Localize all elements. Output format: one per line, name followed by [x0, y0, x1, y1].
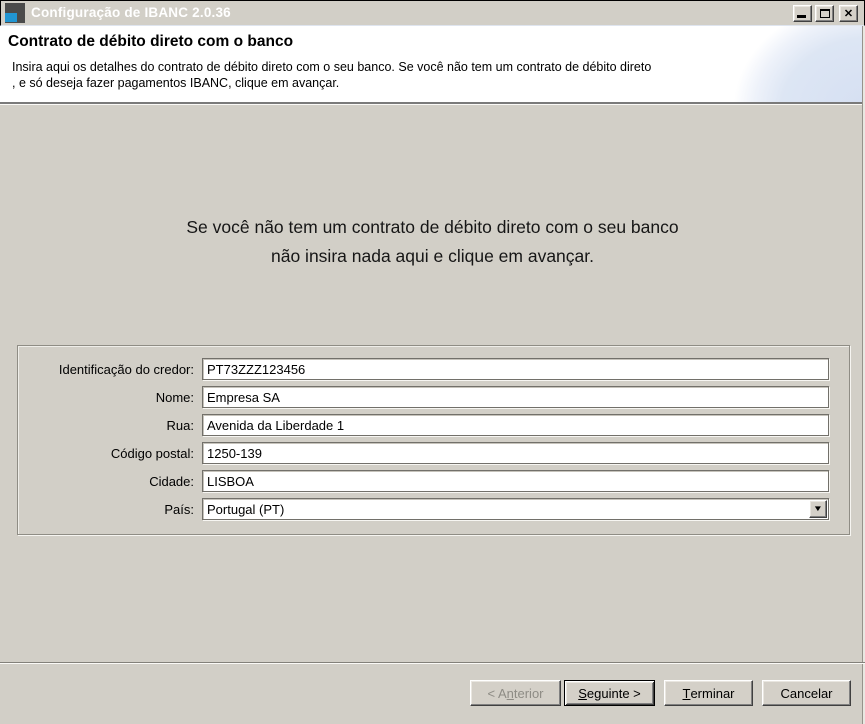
window-controls: ✕	[790, 5, 858, 22]
city-label: Cidade:	[32, 474, 194, 489]
page-description-line2: , e só deseja fazer pagamentos IBANC, cl…	[12, 75, 651, 91]
header-divider-highlight	[0, 104, 865, 105]
close-icon: ✕	[844, 7, 853, 20]
creditor-id-input[interactable]	[202, 358, 829, 380]
contract-form: Identificação do credor: Nome: Rua: Códi…	[17, 345, 850, 535]
country-dropdown-button[interactable]: ▼	[809, 500, 827, 518]
form-row-street: Rua:	[32, 414, 829, 436]
wizard-header: Contrato de débito direto com o banco In…	[0, 26, 865, 102]
cancel-button[interactable]: Cancelar	[762, 680, 851, 706]
maximize-button[interactable]	[815, 5, 834, 22]
titlebar: Configuração de IBANC 2.0.36 ✕	[0, 0, 865, 26]
creditor-id-label: Identificação do credor:	[32, 362, 194, 377]
app-icon	[5, 3, 25, 23]
page-description-line1: Insira aqui os detalhes do contrato de d…	[12, 59, 651, 75]
window-title: Configuração de IBANC 2.0.36	[31, 5, 231, 20]
form-row-country: País: Portugal (PT) ▼	[32, 498, 829, 520]
form-row-city: Cidade:	[32, 470, 829, 492]
country-select[interactable]: Portugal (PT) ▼	[202, 498, 829, 520]
finish-button[interactable]: Terminar	[664, 680, 753, 706]
country-label: País:	[32, 502, 194, 517]
minimize-button[interactable]	[793, 5, 812, 22]
chevron-down-icon: ▼	[813, 505, 823, 513]
name-label: Nome:	[32, 390, 194, 405]
country-select-value: Portugal (PT)	[207, 502, 284, 517]
postal-code-input[interactable]	[202, 442, 829, 464]
wizard-window: Configuração de IBANC 2.0.36 ✕ Contrato …	[0, 0, 865, 724]
next-button[interactable]: Seguinte >	[564, 680, 655, 706]
hint-message: Se você não tem um contrato de débito di…	[0, 213, 865, 271]
page-title: Contrato de débito direto com o banco	[8, 33, 293, 51]
form-row-name: Nome:	[32, 386, 829, 408]
city-input[interactable]	[202, 470, 829, 492]
window-right-edge	[862, 26, 863, 724]
header-decoration	[712, 26, 862, 102]
form-row-postal-code: Código postal:	[32, 442, 829, 464]
street-input[interactable]	[202, 414, 829, 436]
maximize-icon	[820, 9, 830, 18]
minimize-icon	[797, 15, 806, 18]
back-button-label: < A	[487, 686, 506, 701]
street-label: Rua:	[32, 418, 194, 433]
hint-message-line2: não insira nada aqui e clique em avançar…	[0, 242, 865, 271]
page-description: Insira aqui os detalhes do contrato de d…	[12, 59, 651, 91]
postal-code-label: Código postal:	[32, 446, 194, 461]
close-button[interactable]: ✕	[839, 5, 858, 22]
button-bar-divider	[0, 662, 865, 664]
hint-message-line1: Se você não tem um contrato de débito di…	[0, 213, 865, 242]
form-row-creditor-id: Identificação do credor:	[32, 358, 829, 380]
back-button[interactable]: < Anterior	[470, 680, 561, 706]
name-input[interactable]	[202, 386, 829, 408]
